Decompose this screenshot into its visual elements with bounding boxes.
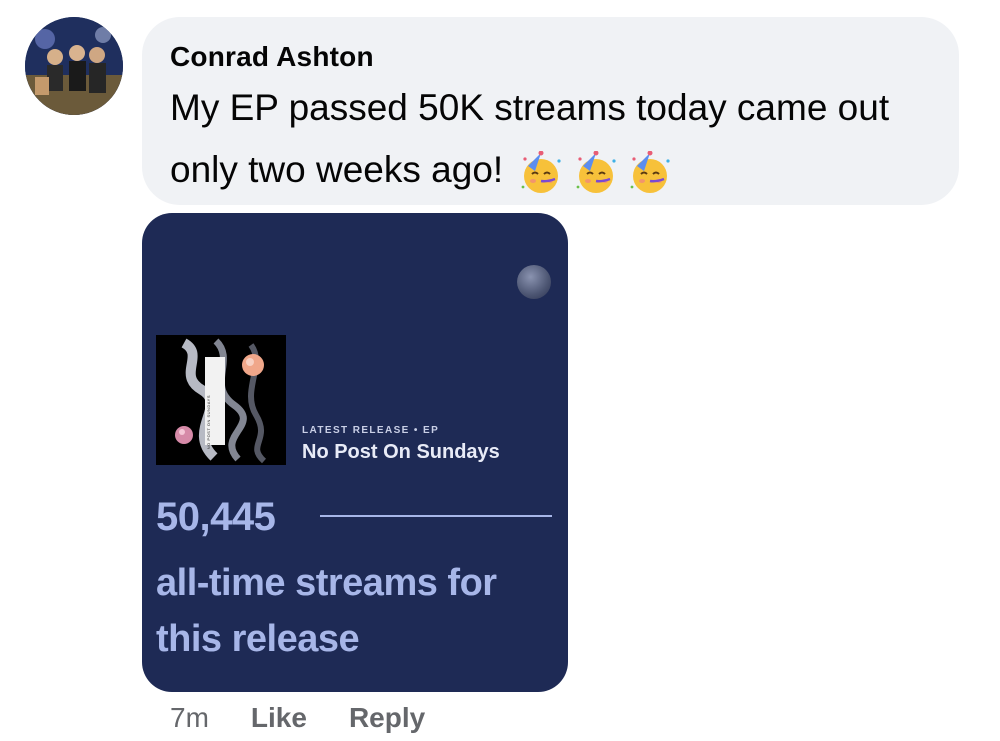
avatar[interactable] [25, 17, 123, 115]
album-cover-text: NO POST ON SUNDAYS [206, 395, 211, 450]
streams-card-image[interactable]: NO POST ON SUNDAYS LATEST RELEASE • EP N… [142, 213, 568, 692]
comment-text: My EP passed 50K streams today came out … [170, 77, 931, 203]
partying-face-emoji-icon [576, 151, 616, 194]
artist-avatar-icon [517, 265, 551, 299]
stream-caption: all-time streams for this release [156, 562, 497, 660]
comment-text-line2: only two weeks ago! [170, 149, 504, 190]
comment-author[interactable]: Conrad Ashton [170, 39, 931, 75]
comment-thread: Conrad Ashton My EP passed 50K streams t… [0, 0, 1000, 741]
partying-face-emoji-icon [522, 151, 562, 194]
comment-bubble: Conrad Ashton My EP passed 50K streams t… [142, 17, 959, 205]
partying-face-emoji-icon [630, 151, 670, 194]
stream-count: 50,445 [156, 495, 276, 539]
reply-button[interactable]: Reply [349, 702, 425, 734]
album-cover: NO POST ON SUNDAYS [156, 335, 286, 465]
emoji-group [519, 141, 672, 203]
release-title: No Post On Sundays [302, 441, 500, 463]
comment-text-line1: My EP passed 50K streams today came out [170, 87, 890, 128]
like-button[interactable]: Like [251, 702, 307, 734]
divider-line [320, 515, 552, 517]
comment-timestamp[interactable]: 7m [170, 702, 209, 734]
comment-actions: 7m Like Reply [170, 698, 467, 738]
release-type-label: LATEST RELEASE • EP [302, 425, 440, 436]
avatar-photo-icon [25, 17, 123, 115]
